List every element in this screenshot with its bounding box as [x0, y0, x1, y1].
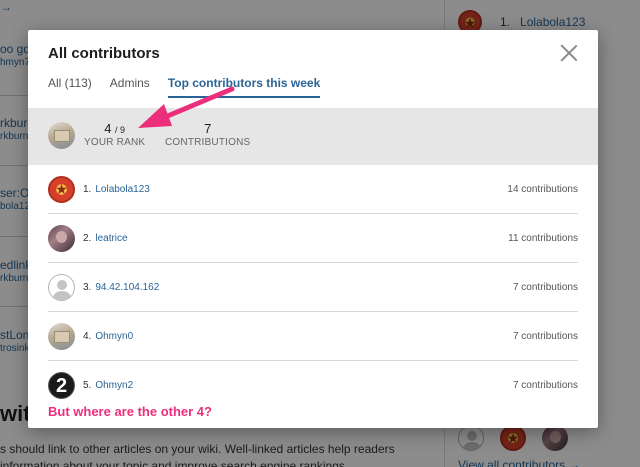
annotation-text: But where are the other 4? [48, 404, 212, 419]
annotation-arrow-icon [138, 86, 235, 128]
